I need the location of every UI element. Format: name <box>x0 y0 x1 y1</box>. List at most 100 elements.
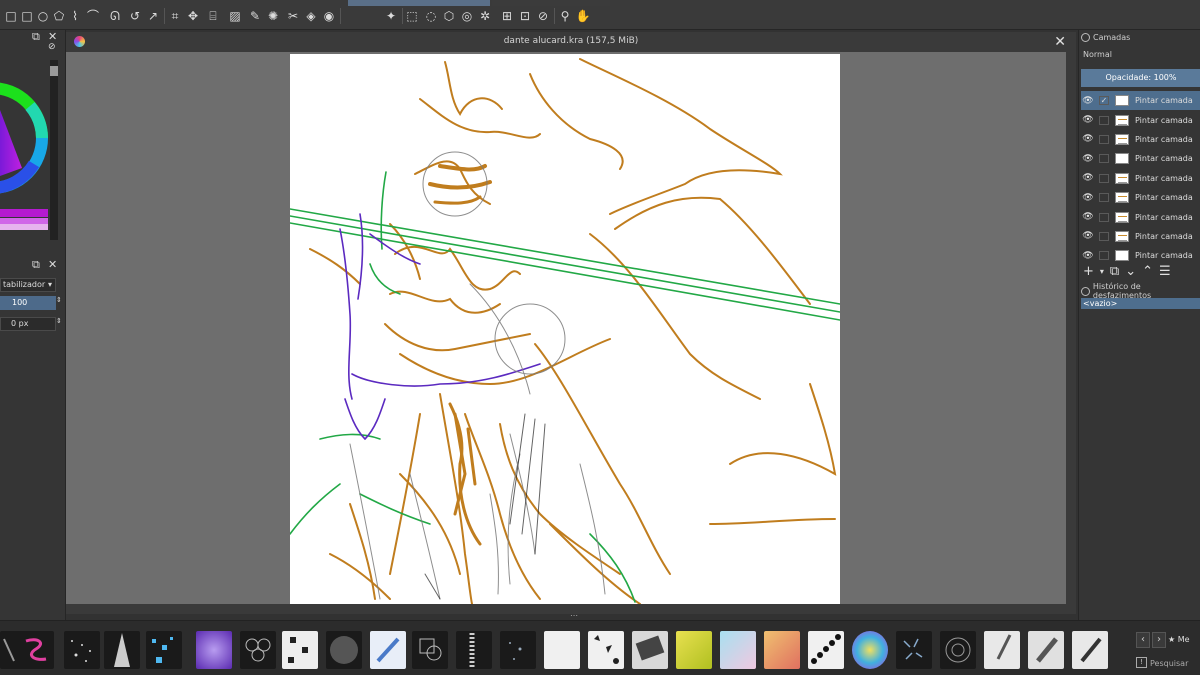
brush-preset[interactable] <box>18 631 54 669</box>
drawing-canvas[interactable] <box>290 54 840 604</box>
brush-preset[interactable] <box>808 631 844 669</box>
brush-preset[interactable] <box>456 631 492 669</box>
crop-icon[interactable]: ⌸ <box>206 9 220 23</box>
brush-preset[interactable] <box>370 631 406 669</box>
fill-icon[interactable]: ✂ <box>286 9 300 23</box>
pan-icon[interactable]: ✋ <box>576 9 591 23</box>
square-icon[interactable]: □ <box>20 9 34 23</box>
brush-preset[interactable] <box>544 631 580 669</box>
zoom-icon[interactable]: ⚲ <box>558 9 572 23</box>
polygon-icon[interactable]: ⬠ <box>52 9 66 23</box>
add-layer-button[interactable]: + <box>1083 264 1094 279</box>
layer-checkbox[interactable] <box>1099 173 1109 183</box>
layer-checkbox[interactable] <box>1099 231 1109 241</box>
layer-row[interactable]: 👁 Pintar camada <box>1081 227 1200 246</box>
prev-preset-button[interactable]: ‹ <box>1136 632 1150 648</box>
brush-preset[interactable] <box>412 631 448 669</box>
assistant-icon[interactable]: ◉ <box>322 9 336 23</box>
stepper-icon[interactable]: ⇕ <box>56 317 62 325</box>
similar-select-icon[interactable]: ⊞ <box>500 9 514 23</box>
canvas-vertical-scrollbar[interactable] <box>1066 52 1076 604</box>
dynamic-brush-icon[interactable]: ↺ <box>128 9 142 23</box>
smart-patch-icon[interactable]: ✺ <box>266 9 280 23</box>
measure-icon[interactable]: ✦ <box>384 9 398 23</box>
dock-resize-handle[interactable]: ⋯ <box>570 612 582 620</box>
brush-preset[interactable] <box>1072 631 1108 669</box>
tag-filter-button[interactable]: ★ Me <box>1168 632 1200 648</box>
brush-preset[interactable] <box>146 631 182 669</box>
ellipse-select-icon[interactable]: ◌ <box>424 9 438 23</box>
visibility-eye-icon[interactable]: 👁 <box>1081 251 1095 261</box>
no-color-icon[interactable]: ⊘ <box>48 42 56 52</box>
magic-wand-icon[interactable]: ✲ <box>478 9 492 23</box>
ellipse-icon[interactable]: ○ <box>36 9 50 23</box>
layer-row[interactable]: 👁 Pintar camada <box>1081 130 1200 149</box>
brush-preset[interactable] <box>632 631 668 669</box>
polyline-icon[interactable]: ⌇ <box>68 9 82 23</box>
next-preset-button[interactable]: › <box>1152 632 1166 648</box>
gradient-icon[interactable]: ▨ <box>228 9 242 23</box>
close-document-button[interactable]: ✕ <box>1054 34 1066 50</box>
float-icon[interactable]: ⧉ <box>32 30 40 44</box>
search-icon[interactable]: ! <box>1136 657 1147 668</box>
brush-preset[interactable] <box>940 631 976 669</box>
bucket-icon[interactable]: ◈ <box>304 9 318 23</box>
blend-mode-dropdown[interactable]: Normal <box>1083 50 1112 59</box>
duplicate-layer-icon[interactable]: ⧉ <box>1110 264 1119 279</box>
color-picker-icon[interactable]: ✎ <box>248 9 262 23</box>
layer-checkbox[interactable] <box>1099 251 1109 261</box>
brush-preset[interactable] <box>282 631 318 669</box>
visibility-eye-icon[interactable]: 👁 <box>1081 154 1095 164</box>
brush-field[interactable] <box>348 0 490 6</box>
stepper-icon[interactable]: ⇕ <box>56 296 62 304</box>
visibility-eye-icon[interactable]: 👁 <box>1081 173 1095 183</box>
bezier-icon[interactable]: ⌒ <box>86 9 100 23</box>
layer-row[interactable]: 👁 ✓ Pintar camada <box>1081 91 1200 111</box>
layer-checkbox[interactable] <box>1099 134 1109 144</box>
brush-preset[interactable] <box>852 631 888 669</box>
freehand-path-icon[interactable]: ᘏ <box>108 9 122 23</box>
layer-checkbox[interactable] <box>1099 193 1109 203</box>
undo-history-item[interactable]: <vazio> <box>1081 298 1200 309</box>
move-icon[interactable]: ✥ <box>186 9 200 23</box>
rectangle-icon[interactable]: □ <box>4 9 18 23</box>
freehand-select-icon[interactable]: ◎ <box>460 9 474 23</box>
stabilizer-value-slider[interactable]: 100 <box>0 296 56 310</box>
layer-checkbox[interactable]: ✓ <box>1099 96 1109 106</box>
layer-checkbox[interactable] <box>1099 212 1109 222</box>
layer-row[interactable]: 👁 Pintar camada <box>1081 188 1200 207</box>
docker-lock-icon[interactable] <box>1081 32 1090 42</box>
brush-preset[interactable] <box>240 631 276 669</box>
visibility-eye-icon[interactable]: 👁 <box>1081 96 1095 106</box>
brush-preset[interactable] <box>104 631 140 669</box>
brush-preset[interactable] <box>588 631 624 669</box>
layer-row[interactable]: 👁 Pintar camada <box>1081 169 1200 188</box>
visibility-eye-icon[interactable]: 👁 <box>1081 115 1095 125</box>
polygon-select-icon[interactable]: ⬡ <box>442 9 456 23</box>
layer-row[interactable]: 👁 Pintar camada <box>1081 149 1200 168</box>
brush-preset[interactable] <box>1028 631 1064 669</box>
move-layer-up-icon[interactable]: ⌃ <box>1142 264 1153 279</box>
brush-preset[interactable] <box>326 631 362 669</box>
magnetic-select-icon[interactable]: ⊘ <box>536 9 550 23</box>
brush-preset[interactable] <box>676 631 712 669</box>
visibility-eye-icon[interactable]: 👁 <box>1081 134 1095 144</box>
move-layer-down-icon[interactable]: ⌄ <box>1125 264 1136 279</box>
stabilizer-dropdown[interactable]: tabilizador ▾ <box>0 278 56 292</box>
close-icon[interactable]: ✕ <box>48 258 57 271</box>
bezier-select-icon[interactable]: ⊡ <box>518 9 532 23</box>
opacity-slider[interactable]: Opacidade: 100% <box>1081 69 1200 87</box>
brush-preset[interactable] <box>196 631 232 669</box>
visibility-eye-icon[interactable]: 👁 <box>1081 193 1095 203</box>
brush-preset[interactable] <box>500 631 536 669</box>
visibility-eye-icon[interactable]: 👁 <box>1081 212 1095 222</box>
multibrush-icon[interactable]: ↗ <box>146 9 160 23</box>
float-icon[interactable]: ⧉ <box>32 258 40 272</box>
rect-select-icon[interactable]: ⬚ <box>405 9 419 23</box>
color-scrollbar[interactable] <box>50 60 58 240</box>
brush-preset[interactable] <box>64 631 100 669</box>
brush-preset[interactable] <box>984 631 1020 669</box>
layer-row[interactable]: 👁 Pintar camada <box>1081 110 1200 129</box>
brush-preset[interactable] <box>764 631 800 669</box>
chevron-down-icon[interactable]: ▾ <box>1100 267 1104 276</box>
